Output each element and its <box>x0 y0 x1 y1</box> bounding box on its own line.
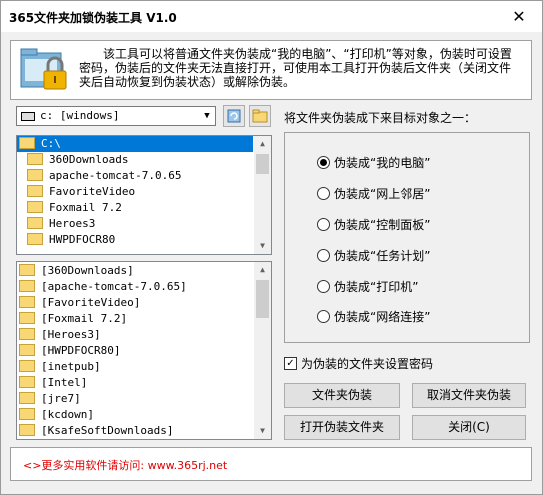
scroll-thumb[interactable] <box>256 280 269 318</box>
list-item[interactable]: [HWPDFOCR80] <box>19 343 120 359</box>
window-title: 365文件夹加锁伪装工具 V1.0 <box>9 11 177 25</box>
tree-item[interactable]: FavoriteVideo <box>27 184 135 200</box>
option-network-connections[interactable]: 伪装成“网络连接” <box>317 308 430 325</box>
password-checkbox[interactable]: ✓ 为伪装的文件夹设置密码 <box>284 355 433 372</box>
folder-icon <box>19 137 35 149</box>
option-my-computer[interactable]: 伪装成“我的电脑” <box>317 154 430 171</box>
directory-tree[interactable]: C:\ 360Downloads apache-tomcat-7.0.65 Fa… <box>16 135 272 255</box>
folder-icon <box>27 201 43 213</box>
list-item[interactable]: [360Downloads] <box>19 263 134 279</box>
option-control-panel[interactable]: 伪装成“控制面板” <box>317 216 430 233</box>
info-panel: 该工具可以将普通文件夹伪装成“我的电脑”、“打印机”等对象，伪装时可设置密码，伪… <box>10 40 532 100</box>
main-window: 365文件夹加锁伪装工具 V1.0 ✕ 该工具可以将普通文件夹伪装成“我的电脑”… <box>0 0 543 495</box>
folder-icon <box>27 153 43 165</box>
list-item[interactable]: [kcdown] <box>19 407 94 423</box>
scroll-down-icon[interactable]: ▼ <box>254 238 271 254</box>
folder-icon <box>19 312 35 324</box>
subfolder-list[interactable]: [360Downloads] [apache-tomcat-7.0.65] [F… <box>16 261 272 440</box>
refresh-button[interactable] <box>223 105 245 127</box>
tree-item[interactable]: apache-tomcat-7.0.65 <box>27 168 181 184</box>
option-scheduled-tasks[interactable]: 伪装成“任务计划” <box>317 247 430 264</box>
scroll-down-icon[interactable]: ▼ <box>254 423 271 439</box>
folder-icon <box>19 408 35 420</box>
close-window-button[interactable]: ✕ <box>496 1 542 32</box>
tree-item[interactable]: Heroes3 <box>27 216 95 232</box>
list-item[interactable]: [KsafeSoftDownloads] <box>19 423 173 439</box>
tree-item-root[interactable]: C:\ <box>17 136 253 152</box>
folder-icon <box>27 217 43 229</box>
list-item[interactable]: [Heroes3] <box>19 327 101 343</box>
tree-scrollbar[interactable]: ▲ ▼ <box>254 136 271 254</box>
disguise-button[interactable]: 文件夹伪装 <box>284 383 400 408</box>
tree-item[interactable]: Foxmail 7.2 <box>27 200 122 216</box>
open-disguised-folder-button[interactable]: 打开伪装文件夹 <box>284 415 400 440</box>
list-item[interactable]: [Intel] <box>19 375 87 391</box>
folder-icon <box>19 376 35 388</box>
target-label: 将文件夹伪装成下来目标对象之一： <box>284 111 477 125</box>
folder-icon <box>19 344 35 356</box>
list-item[interactable]: [Foxmail 7.2] <box>19 311 127 327</box>
radio-icon <box>317 187 330 200</box>
footer-panel: <>更多实用软件请访问: www.365rj.net <box>10 447 532 481</box>
list-item[interactable]: [inetpub] <box>19 359 101 375</box>
option-network-places[interactable]: 伪装成“网上邻居” <box>317 185 430 202</box>
disguise-options-group: 伪装成“我的电脑” 伪装成“网上邻居” 伪装成“控制面板” 伪装成“任务计划” … <box>284 132 530 343</box>
radio-icon <box>317 249 330 262</box>
radio-icon <box>317 218 330 231</box>
cancel-disguise-button[interactable]: 取消文件夹伪装 <box>412 383 526 408</box>
scroll-up-icon[interactable]: ▲ <box>254 136 271 152</box>
folder-icon <box>19 424 35 436</box>
folder-icon <box>19 296 35 308</box>
list-scrollbar[interactable]: ▲ ▼ <box>254 262 271 439</box>
refresh-icon <box>227 109 241 123</box>
folder-icon <box>27 185 43 197</box>
checkmark-icon: ✓ <box>284 357 297 370</box>
radio-icon <box>317 156 330 169</box>
close-icon: ✕ <box>512 7 526 26</box>
close-button[interactable]: 关闭(C) <box>412 415 526 440</box>
folder-icon <box>27 233 43 245</box>
radio-icon <box>317 280 330 293</box>
open-folder-button[interactable] <box>249 105 271 127</box>
folder-icon <box>19 264 35 276</box>
folder-lock-icon <box>20 48 67 90</box>
tree-item[interactable]: 360Downloads <box>27 152 128 168</box>
tree-item[interactable]: HWPDFOCR80 <box>27 232 115 248</box>
chevron-down-icon[interactable]: ▼ <box>199 107 215 125</box>
folder-icon <box>19 360 35 372</box>
drive-value: c: [windows] <box>40 109 120 122</box>
folder-icon <box>19 392 35 404</box>
radio-icon <box>317 310 330 323</box>
info-text: 该工具可以将普通文件夹伪装成“我的电脑”、“打印机”等对象，伪装时可设置密码，伪… <box>79 47 512 89</box>
folder-icon <box>27 169 43 181</box>
title-bar[interactable]: 365文件夹加锁伪装工具 V1.0 ✕ <box>1 1 542 32</box>
option-printer[interactable]: 伪装成“打印机” <box>317 278 418 295</box>
drive-select[interactable]: c: [windows] ▼ <box>16 106 216 126</box>
folder-icon <box>19 280 35 292</box>
scroll-thumb[interactable] <box>256 154 269 174</box>
folder-icon <box>19 328 35 340</box>
list-item[interactable]: [apache-tomcat-7.0.65] <box>19 279 187 295</box>
list-item[interactable]: [FavoriteVideo] <box>19 295 140 311</box>
scroll-up-icon[interactable]: ▲ <box>254 262 271 278</box>
list-item[interactable]: [jre7] <box>19 391 81 407</box>
folder-open-icon <box>252 109 268 123</box>
website-link[interactable]: <>更多实用软件请访问: www.365rj.net <box>23 457 227 473</box>
drive-icon <box>21 112 35 121</box>
